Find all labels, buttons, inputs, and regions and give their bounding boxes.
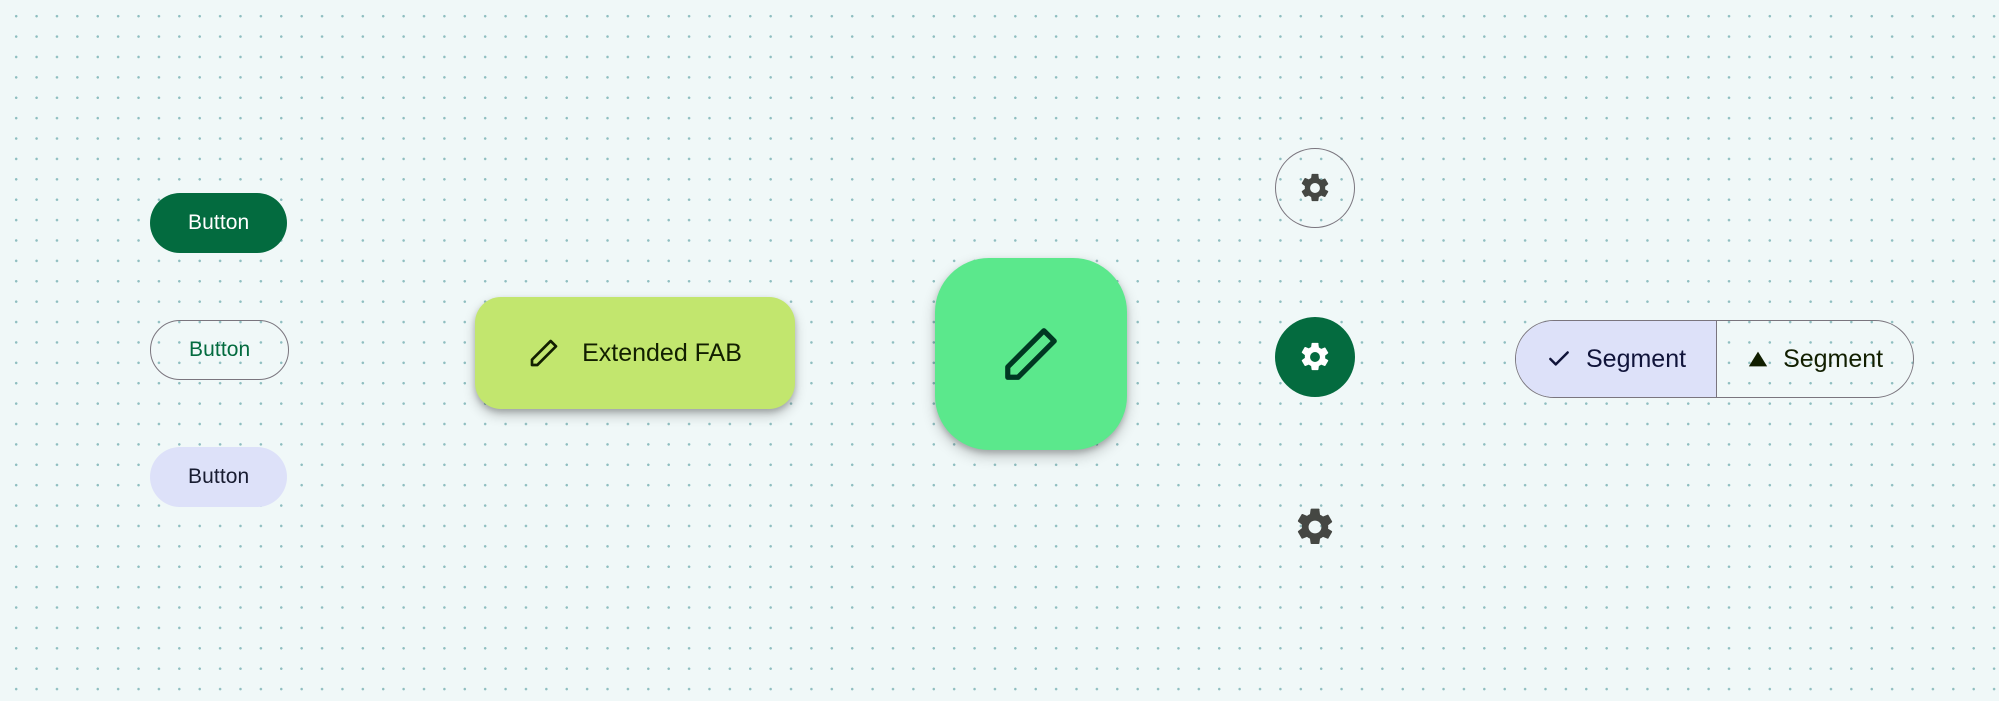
segmented-button: Segment Segment [1515,320,1914,398]
segment-1[interactable]: Segment [1516,321,1716,397]
edit-icon [1000,323,1062,385]
filled-button[interactable]: Button [150,193,287,253]
fab[interactable] [935,258,1127,450]
filled-icon-button[interactable] [1275,317,1355,397]
triangle-icon [1747,348,1769,370]
settings-icon [1293,505,1337,549]
button-label: Button [189,338,250,362]
outlined-button[interactable]: Button [150,320,289,380]
settings-icon [1298,340,1332,374]
tonal-button[interactable]: Button [150,447,287,507]
edit-icon [528,337,560,369]
segment-label: Segment [1586,345,1686,374]
extended-fab[interactable]: Extended FAB [475,297,795,409]
button-label: Button [188,465,249,489]
button-label: Button [188,211,249,235]
standard-icon-button[interactable] [1275,487,1355,567]
segment-2[interactable]: Segment [1716,321,1913,397]
outlined-icon-button[interactable] [1275,148,1355,228]
extended-fab-label: Extended FAB [582,339,742,368]
segment-label: Segment [1783,345,1883,374]
settings-icon [1298,171,1332,205]
check-icon [1546,346,1572,372]
